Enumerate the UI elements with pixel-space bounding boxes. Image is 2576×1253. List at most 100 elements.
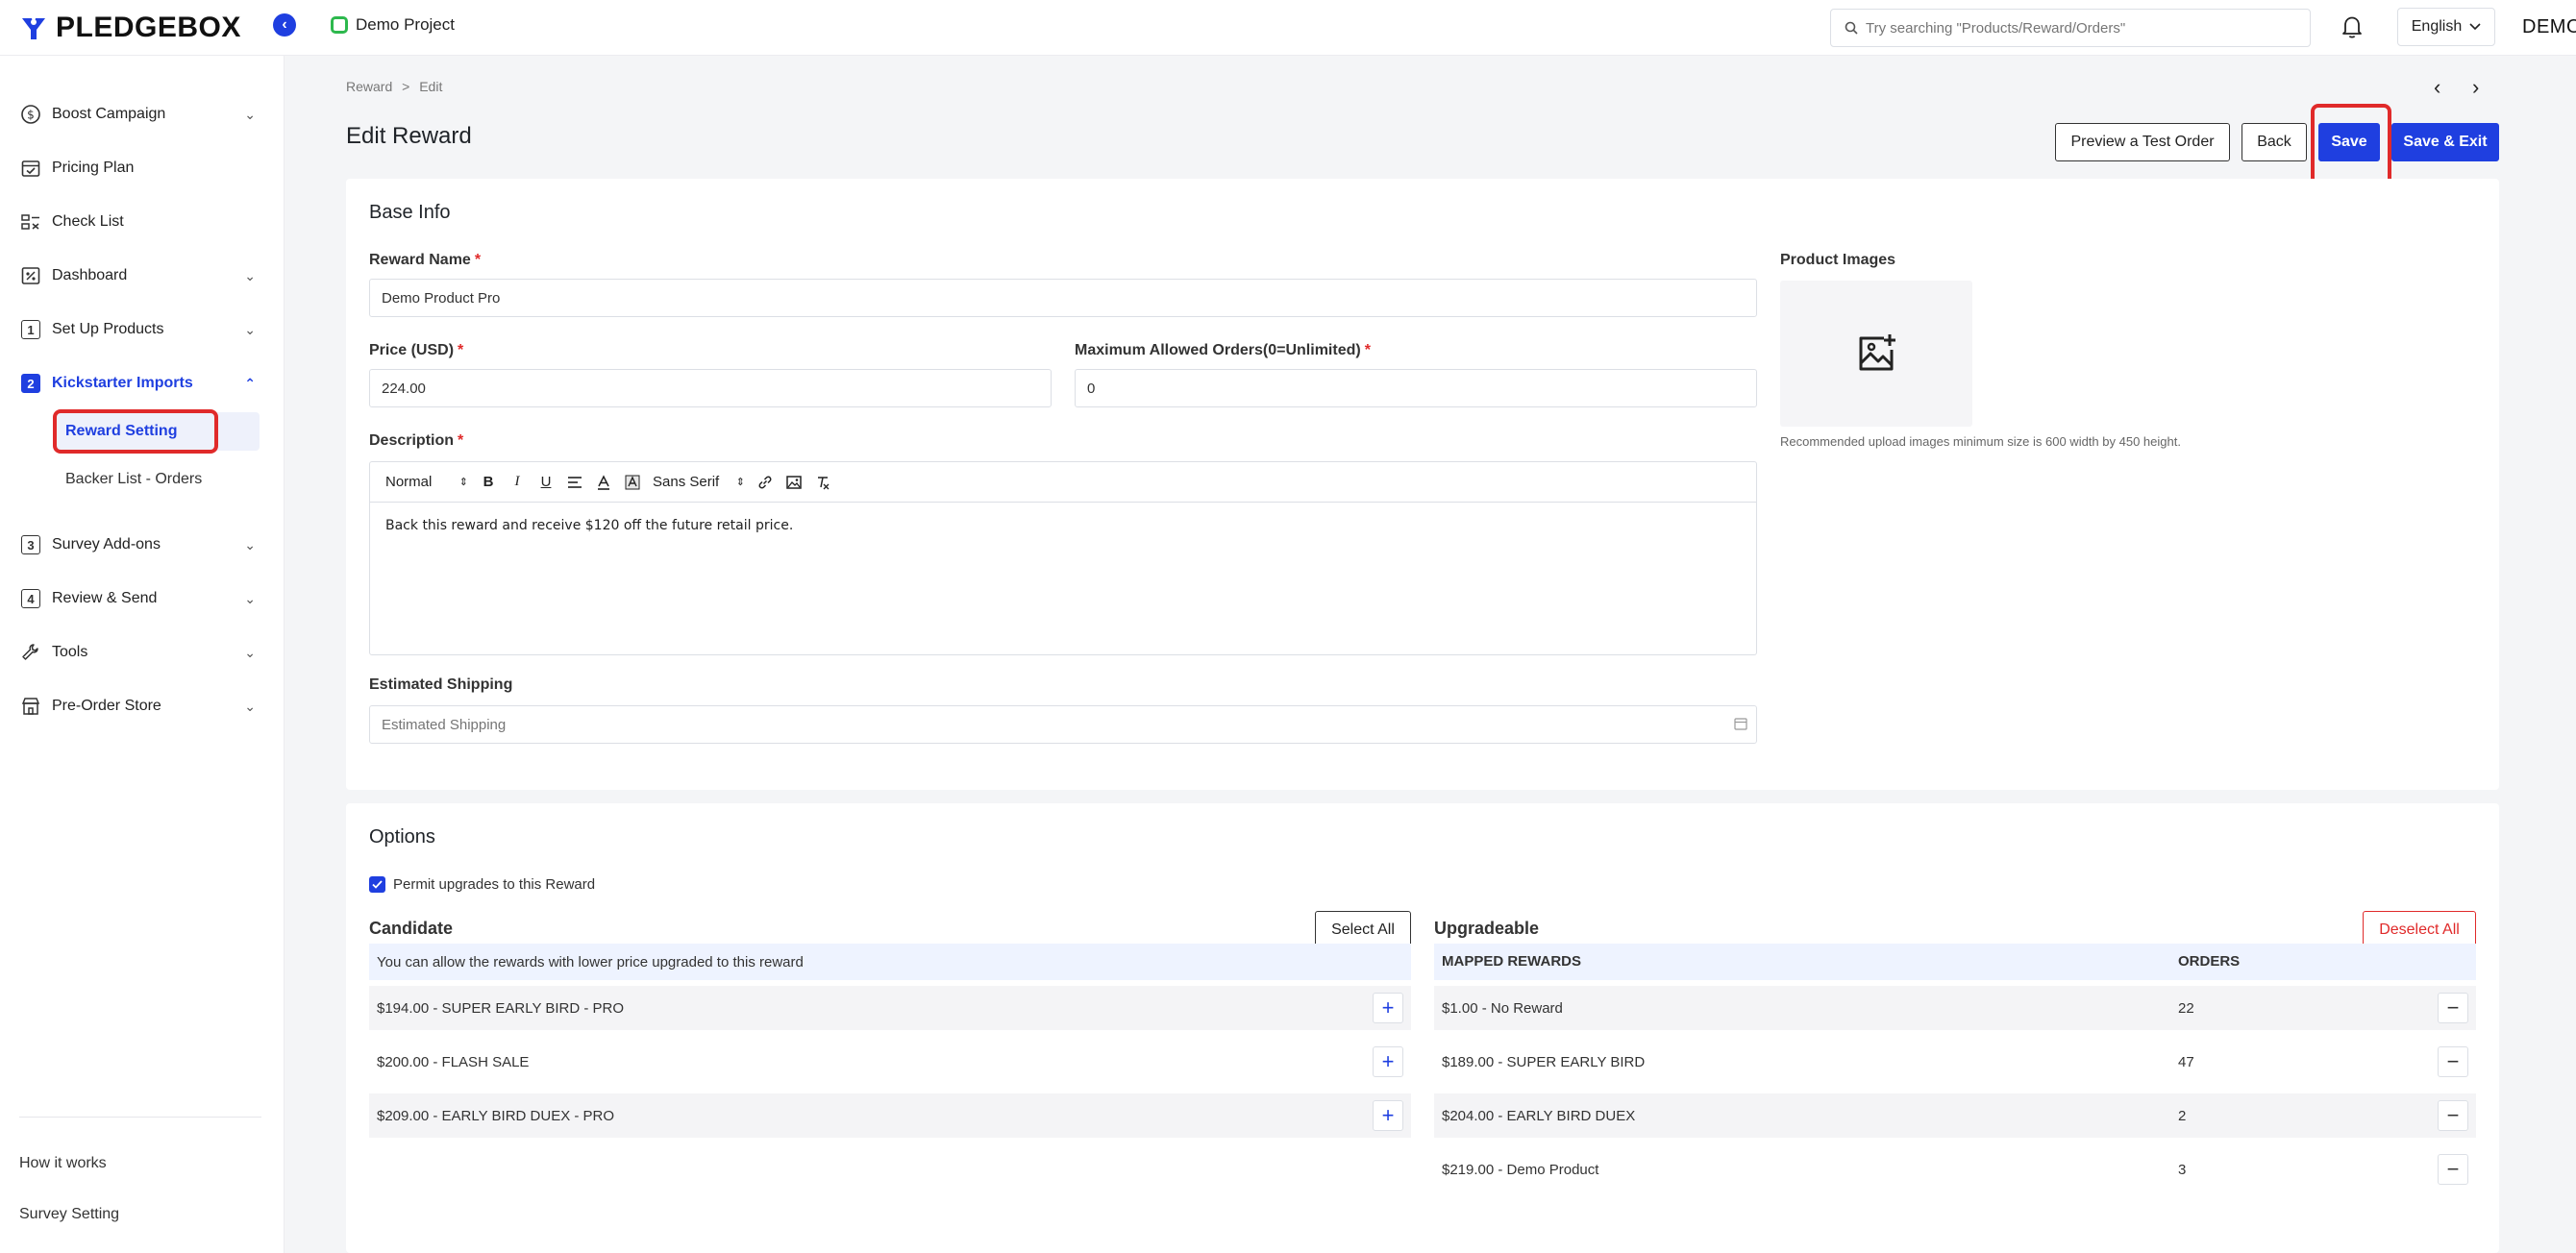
sidebar-divider (19, 1117, 261, 1118)
link-how-it-works[interactable]: How it works (19, 1155, 107, 1172)
description-editor: Normal ⇕ B I U Sans Serif ⇕ Back this re… (369, 461, 1757, 655)
sidebar-item-check-list[interactable]: Check List (0, 203, 285, 241)
sidebar-item-review-send[interactable]: 4 Review & Send ⌄ (0, 579, 285, 618)
search-input[interactable] (1866, 19, 2289, 37)
add-candidate-button[interactable]: + (1373, 1100, 1403, 1131)
upgradeable-row: $1.00 - No Reward 22 (1434, 986, 2476, 1030)
user-menu[interactable]: DEMO (2522, 16, 2576, 38)
font-select[interactable]: Sans Serif ⇕ (653, 472, 745, 493)
candidate-label: $194.00 - SUPER EARLY BIRD - PRO (377, 999, 625, 1017)
orders-count: 22 (2178, 999, 2194, 1017)
back-button[interactable]: Back (2242, 123, 2307, 161)
estimated-shipping-input[interactable] (369, 705, 1757, 744)
upgradeable-row: $189.00 - SUPER EARLY BIRD 47 (1434, 1040, 2476, 1084)
image-icon[interactable] (785, 472, 803, 493)
global-search[interactable] (1830, 9, 2311, 47)
sidebar-item-boost-campaign[interactable]: $ Boost Campaign ⌄ (0, 95, 285, 134)
candidate-row: $194.00 - SUPER EARLY BIRD - PRO (369, 986, 1411, 1030)
reward-name-label: Reward Name * (369, 252, 482, 268)
sidebar-item-kickstarter-imports[interactable]: 2 Kickstarter Imports ⌃ (0, 364, 285, 403)
sidebar-item-pricing-plan[interactable]: Pricing Plan (0, 149, 285, 187)
chevron-down-icon (2469, 18, 2481, 36)
add-candidate-button[interactable]: + (1373, 993, 1403, 1023)
preview-test-order-button[interactable]: Preview a Test Order (2055, 123, 2230, 161)
chevron-down-icon: ⌄ (244, 699, 256, 714)
project-name: Demo Project (356, 15, 455, 34)
next-record-button[interactable]: › (2472, 75, 2479, 100)
sidebar-item-tools[interactable]: Tools ⌄ (0, 633, 285, 672)
minus-icon: − (2446, 1103, 2460, 1127)
mapped-reward-label: $204.00 - EARLY BIRD DUEX (1442, 1107, 1636, 1124)
mapped-reward-label: $1.00 - No Reward (1442, 999, 1563, 1017)
chevron-up-icon: ⌃ (244, 376, 256, 391)
chevron-down-icon: ⌄ (244, 107, 256, 122)
price-input[interactable] (369, 369, 1052, 407)
sidebar-item-pre-order-store[interactable]: Pre-Order Store ⌄ (0, 687, 285, 725)
calendar-icon[interactable] (1734, 717, 1747, 735)
sidebar-collapse-button[interactable]: ‹ (273, 13, 296, 37)
bold-icon[interactable]: B (480, 472, 497, 493)
chevron-right-icon: › (2472, 75, 2480, 99)
section-title: Base Info (369, 202, 451, 223)
save-exit-button[interactable]: Save & Exit (2391, 123, 2499, 161)
brand-logo[interactable]: PLEDGEBOX (19, 12, 241, 44)
text-color-icon[interactable] (595, 472, 612, 493)
number-3-icon: 3 (19, 533, 42, 556)
link-icon[interactable] (756, 472, 774, 493)
reward-name-input[interactable] (369, 279, 1757, 317)
language-selector[interactable]: English (2397, 8, 2495, 46)
italic-icon[interactable]: I (508, 472, 526, 493)
breadcrumb-separator: > (402, 79, 410, 94)
align-icon[interactable] (566, 472, 583, 493)
upgradeable-table-header: MAPPED REWARDS ORDERS (1434, 944, 2476, 980)
chevron-left-icon: ‹ (2434, 75, 2441, 99)
permit-upgrades-checkbox[interactable]: Permit upgrades to this Reward (369, 876, 595, 893)
minus-icon: − (2446, 995, 2460, 1020)
plus-icon: + (1381, 1103, 1395, 1127)
breadcrumb: Reward > Edit (346, 79, 442, 94)
remove-upgradeable-button[interactable]: − (2438, 993, 2468, 1023)
format-select[interactable]: Normal ⇕ (385, 472, 468, 493)
image-add-icon (1859, 334, 1895, 371)
orders-count: 47 (2178, 1053, 2194, 1070)
checkbox-checked-icon (369, 876, 385, 893)
remove-upgradeable-button[interactable]: − (2438, 1100, 2468, 1131)
candidate-row: $209.00 - EARLY BIRD DUEX - PRO (369, 1093, 1411, 1138)
description-text[interactable]: Back this reward and receive $120 off th… (370, 503, 1756, 549)
language-value: English (2411, 18, 2463, 35)
section-title: Options (369, 826, 435, 848)
underline-icon[interactable]: U (537, 472, 555, 493)
mapped-reward-label: $219.00 - Demo Product (1442, 1161, 1599, 1178)
sidebar-subitem-backer-list[interactable]: Backer List - Orders (54, 460, 260, 499)
clear-format-icon[interactable] (814, 472, 831, 493)
notification-bell-icon[interactable] (2340, 13, 2365, 45)
sidebar-item-survey-addons[interactable]: 3 Survey Add-ons ⌄ (0, 526, 285, 564)
chevron-left-icon: ‹ (282, 16, 287, 33)
breadcrumb-root[interactable]: Reward (346, 79, 392, 94)
add-candidate-button[interactable]: + (1373, 1046, 1403, 1077)
link-survey-setting[interactable]: Survey Setting (19, 1206, 119, 1223)
description-label: Description * (369, 432, 464, 449)
max-orders-input[interactable] (1075, 369, 1757, 407)
remove-upgradeable-button[interactable]: − (2438, 1046, 2468, 1077)
sidebar-item-dashboard[interactable]: Dashboard ⌄ (0, 257, 285, 295)
sidebar-item-label: Tools (52, 644, 88, 660)
candidate-info: You can allow the rewards with lower pri… (369, 944, 1411, 980)
max-orders-label: Maximum Allowed Orders(0=Unlimited) * (1075, 342, 1371, 358)
prev-record-button[interactable]: ‹ (2434, 75, 2440, 100)
dollar-circle-icon: $ (19, 103, 42, 126)
product-image-upload[interactable] (1780, 281, 1972, 427)
sidebar-item-set-up-products[interactable]: 1 Set Up Products ⌄ (0, 310, 285, 349)
candidate-title: Candidate (369, 919, 454, 938)
sidebar-item-label: Dashboard (52, 267, 128, 283)
chevron-down-icon: ⌄ (244, 537, 256, 553)
search-icon (1845, 21, 1858, 35)
background-color-icon[interactable] (624, 472, 641, 493)
project-selector[interactable]: Demo Project (331, 15, 455, 35)
plus-icon: + (1381, 1049, 1395, 1073)
highlight-box-save (2311, 104, 2391, 188)
sidebar-item-label: Review & Send (52, 590, 158, 606)
editor-toolbar: Normal ⇕ B I U Sans Serif ⇕ (370, 462, 1756, 503)
number-1-icon: 1 (19, 318, 42, 341)
remove-upgradeable-button[interactable]: − (2438, 1154, 2468, 1185)
